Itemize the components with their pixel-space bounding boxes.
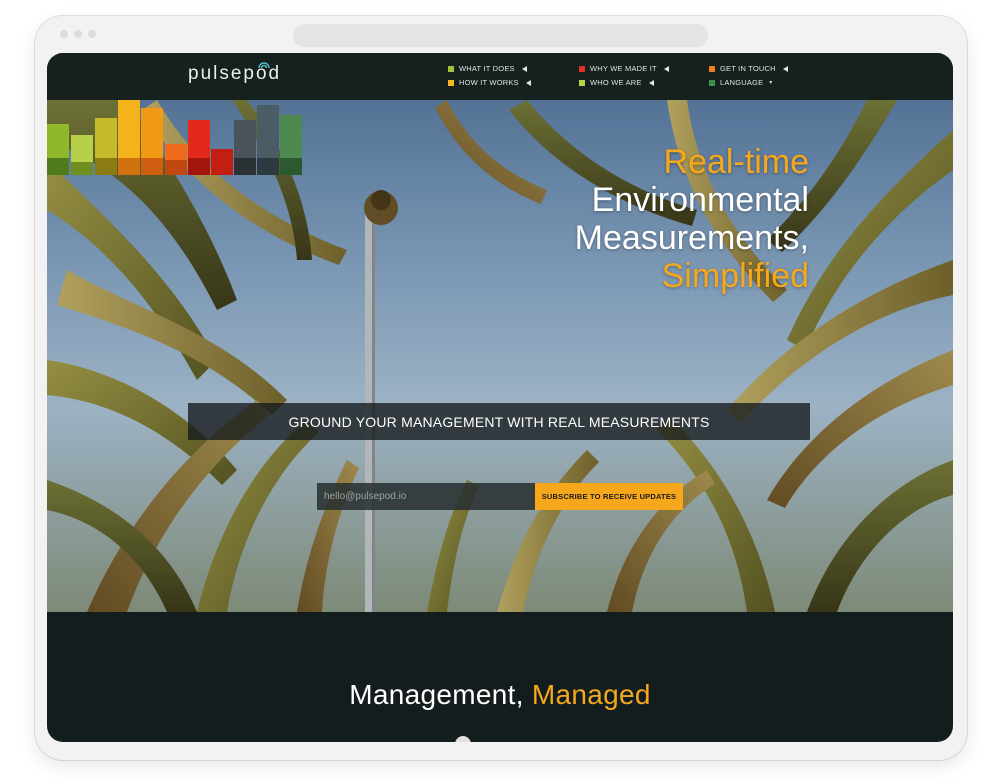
subscribe-form: SUBSCRIBE TO RECEIVE UPDATES xyxy=(317,483,683,510)
top-navigation: pulsepod WHAT IT DOES WHY WE MADE IT GET… xyxy=(47,53,953,100)
nav-marker-icon xyxy=(448,79,454,86)
address-bar[interactable] xyxy=(293,24,708,47)
nav-marker-icon xyxy=(579,79,585,86)
section-title-part1: Management, xyxy=(349,679,524,710)
nav-item-label: GET IN TOUCH xyxy=(720,64,776,73)
arrow-left-icon xyxy=(782,65,788,72)
nav-item-how-it-works[interactable]: HOW IT WORKS xyxy=(448,78,531,87)
window-dot-icon xyxy=(60,30,68,38)
section-title-part2: Managed xyxy=(531,679,651,710)
headline-line: Measurements, xyxy=(574,219,809,257)
nav-marker-icon xyxy=(579,65,585,72)
signal-icon xyxy=(258,62,270,69)
section-heading: Management, Managed xyxy=(47,679,953,711)
nav-item-who-we-are[interactable]: WHO WE ARE xyxy=(579,78,654,87)
tagline-text: GROUND YOUR MANAGEMENT WITH REAL MEASURE… xyxy=(288,413,710,430)
arrow-left-icon xyxy=(521,65,527,72)
subscribe-button[interactable]: SUBSCRIBE TO RECEIVE UPDATES xyxy=(535,483,683,510)
headline-line: Environmental xyxy=(591,181,809,219)
nav-marker-icon xyxy=(709,65,715,72)
window-dot-icon xyxy=(74,30,82,38)
nav-marker-icon xyxy=(709,79,715,86)
nav-item-language[interactable]: LANGUAGE ▾ xyxy=(709,78,773,87)
hero-section: Real-time Environmental Measurements, Si… xyxy=(47,100,953,612)
caret-down-icon: ▾ xyxy=(769,80,773,86)
nav-marker-icon xyxy=(448,65,454,72)
arrow-left-icon xyxy=(648,79,654,86)
brand-bars-graphic xyxy=(47,100,302,175)
nav-item-what-it-does[interactable]: WHAT IT DOES xyxy=(448,64,527,73)
arrow-left-icon xyxy=(663,65,669,72)
window-controls xyxy=(60,30,96,38)
cornfield-photo xyxy=(47,100,953,612)
nav-item-label: HOW IT WORKS xyxy=(459,78,519,87)
bar-mark xyxy=(211,149,233,175)
nav-item-label: WHO WE ARE xyxy=(590,78,642,87)
nav-item-label: WHAT IT DOES xyxy=(459,64,515,73)
email-input[interactable] xyxy=(317,483,535,510)
window-dot-icon xyxy=(88,30,96,38)
headline-line: Simplified xyxy=(661,257,809,295)
nav-item-why-we-made-it[interactable]: WHY WE MADE IT xyxy=(579,64,669,73)
hero-headline: Real-time Environmental Measurements, Si… xyxy=(575,143,809,295)
nav-item-label: WHY WE MADE IT xyxy=(590,64,657,73)
nav-item-get-in-touch[interactable]: GET IN TOUCH xyxy=(709,64,788,73)
nav-item-label: LANGUAGE xyxy=(720,78,764,87)
arrow-left-icon xyxy=(525,79,531,86)
headline-line: Real-time xyxy=(663,143,809,181)
page-viewport: pulsepod WHAT IT DOES WHY WE MADE IT GET… xyxy=(47,53,953,742)
hero-tagline: GROUND YOUR MANAGEMENT WITH REAL MEASURE… xyxy=(188,403,810,440)
scroll-indicator[interactable] xyxy=(455,736,471,742)
